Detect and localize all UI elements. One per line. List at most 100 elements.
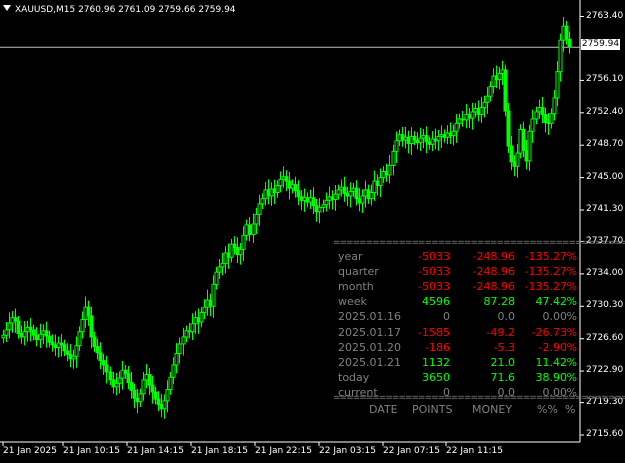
price-tick-label: 2715.60 <box>586 428 624 439</box>
candle-body <box>126 373 131 383</box>
stats-row-label: month <box>338 280 374 294</box>
candle-body <box>506 110 511 147</box>
time-tick-label: 21 Jan 10:15 <box>63 446 120 456</box>
candle-body <box>247 224 252 236</box>
candle-body <box>251 223 256 236</box>
candle-body <box>38 333 43 341</box>
stats-row-percent-sign: % <box>566 325 577 339</box>
candle-body <box>129 381 134 391</box>
candle-body <box>92 336 97 348</box>
stats-row-percent: 38.90 <box>535 370 568 384</box>
stats-row-month: month -5033 -248.96 -135.27% <box>333 280 579 293</box>
candle-body <box>202 306 207 313</box>
candle-body <box>278 178 283 186</box>
candle-body <box>7 322 12 331</box>
candle-body <box>104 364 109 373</box>
time-tick-label: 22 Jan 07:15 <box>383 446 440 456</box>
candle-body <box>62 344 67 352</box>
stats-row-points: 3650 <box>422 370 450 384</box>
candle-body <box>257 203 262 215</box>
candle-body <box>220 262 225 268</box>
stats-row-points: -5033 <box>418 250 450 263</box>
stats-row-label: 2025.01.20 <box>338 340 401 354</box>
candle-body <box>123 369 128 375</box>
candle-body <box>74 345 79 357</box>
candle-body <box>479 107 484 116</box>
stats-row-label: year <box>338 250 363 263</box>
candle-body <box>552 97 557 115</box>
stats-row-points: 4596 <box>422 295 450 309</box>
stats-row-money: -49.2 <box>486 325 515 339</box>
candle-body <box>65 350 70 355</box>
candle-body <box>150 384 155 393</box>
candle-body <box>141 379 146 395</box>
candle-body <box>488 86 493 97</box>
stats-row-2025-01-17: 2025.01.17 -1585 -49.2 -26.73% <box>333 326 579 339</box>
stats-row-percent: 11.42 <box>535 355 568 369</box>
candle-body <box>509 145 514 163</box>
candle-body <box>138 393 143 403</box>
time-tick-label: 21 Jan 2025 <box>3 446 57 456</box>
stats-separator-top: ========================================… <box>333 238 625 248</box>
candle-body <box>527 130 532 162</box>
candle-body <box>555 71 560 99</box>
candle-body <box>132 389 137 399</box>
candle-body <box>86 306 91 317</box>
time-tick-label: 22 Jan 03:15 <box>319 446 376 456</box>
stats-row-2025-01-16: 2025.01.16 0 0.0 0.00% <box>333 310 579 323</box>
time-tick-label: 21 Jan 14:15 <box>127 446 184 456</box>
symbol-header[interactable]: XAUUSD,M15 2760.96 2761.09 2759.66 2759.… <box>3 5 236 15</box>
candle-body <box>181 336 186 345</box>
candle-body <box>171 364 176 378</box>
candle-body <box>177 343 182 355</box>
candle-body <box>211 283 216 307</box>
candle-body <box>34 334 39 341</box>
price-tick-label: 2763.40 <box>586 10 624 21</box>
candle-body <box>378 177 383 186</box>
candle-body <box>117 377 122 384</box>
time-tick-label: 21 Jan 18:15 <box>191 446 248 456</box>
price-tick-label: 2756.10 <box>586 74 624 85</box>
stats-row-points: -5033 <box>418 265 450 279</box>
candle-body <box>114 382 119 388</box>
stats-footer-sign: % <box>565 403 576 416</box>
stats-row-percent: -135.27 <box>524 250 567 263</box>
stats-row-percent-sign: % <box>566 310 577 324</box>
stats-row-points: 1132 <box>422 355 450 369</box>
candle-body <box>232 243 237 249</box>
stats-row-percent: -135.27 <box>524 280 567 294</box>
stats-row-money: -248.96 <box>472 265 515 279</box>
candle-body <box>190 323 195 333</box>
stats-row-percent: -2.90 <box>538 340 567 354</box>
candle-body <box>16 320 21 334</box>
symbol-menu-icon[interactable] <box>3 5 11 11</box>
price-tick-label: 2726.60 <box>586 332 624 343</box>
candle-body <box>558 39 563 73</box>
stats-footer-points: POINTS <box>412 403 453 416</box>
stats-row-week: week 4596 87.28 47.42% <box>333 295 579 308</box>
candle-body <box>199 311 204 323</box>
candle-body <box>534 111 539 120</box>
candle-body <box>77 331 82 347</box>
candle-body <box>391 150 396 166</box>
stats-row-percent: -26.73 <box>531 325 567 339</box>
candle-body <box>293 184 298 192</box>
stats-row-percent-sign: % <box>566 265 577 279</box>
stats-row-label: 2025.01.21 <box>338 355 401 369</box>
stats-row-label: week <box>338 295 367 309</box>
stats-row-money: -5.3 <box>493 340 515 354</box>
candle-body <box>348 191 353 197</box>
candle-body <box>156 398 161 405</box>
candle-body <box>369 191 374 200</box>
price-tick-label: 2734.00 <box>586 267 624 278</box>
candle-body <box>564 25 569 40</box>
stats-row-label: today <box>338 370 370 384</box>
candle-body <box>470 111 475 119</box>
candle-body <box>98 352 103 362</box>
candle-body <box>543 114 548 123</box>
stats-footer-pct: %% <box>537 403 558 416</box>
stats-row-label: 2025.01.16 <box>338 310 401 324</box>
stats-row-percent-sign: % <box>566 355 577 369</box>
candle-body <box>567 38 572 48</box>
candle-body <box>454 122 459 132</box>
